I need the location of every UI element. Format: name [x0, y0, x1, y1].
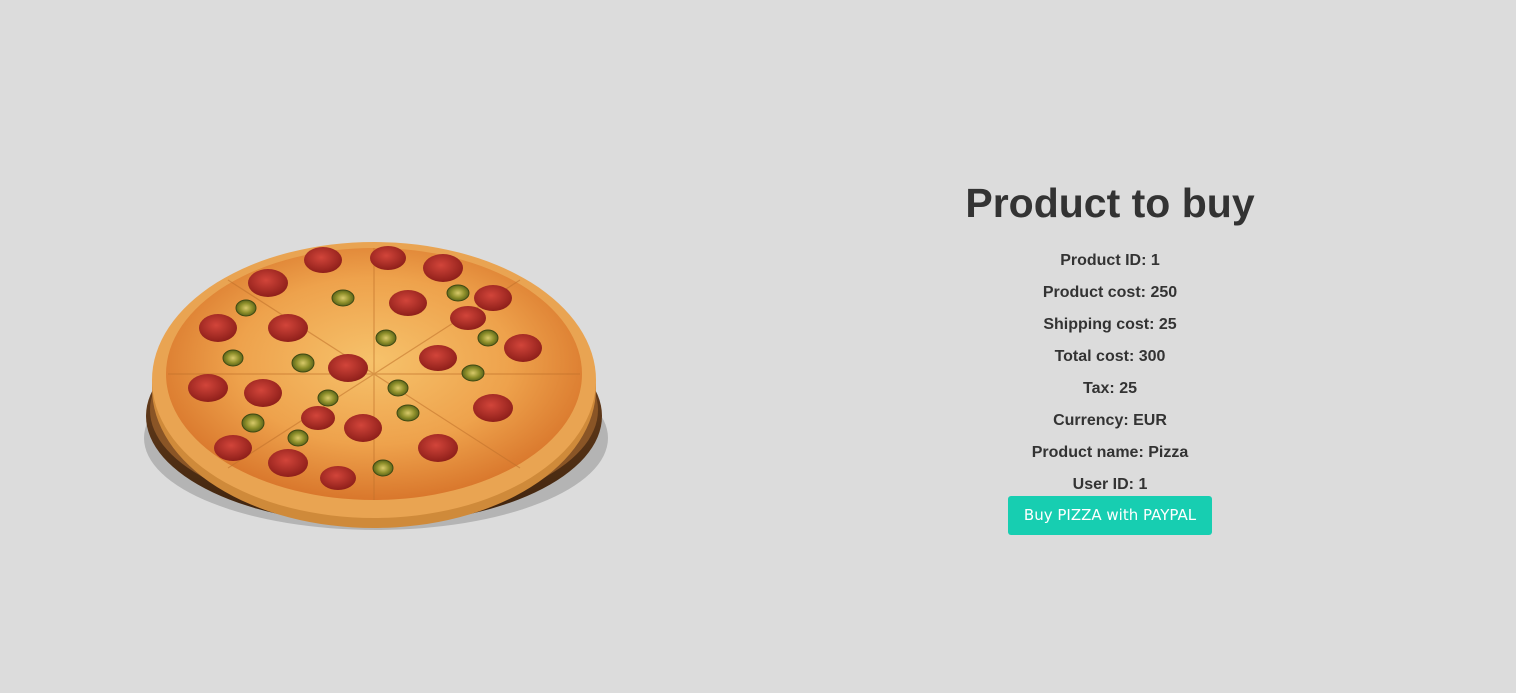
- detail-product-id: Product ID: 1: [1060, 252, 1160, 269]
- detail-total-cost: Total cost: 300: [1054, 348, 1166, 365]
- product-details: Product ID: 1 Product cost: 250 Shipping…: [860, 251, 1360, 495]
- detail-user-id: User ID: 1: [1072, 476, 1148, 493]
- detail-label: Product name: [1031, 444, 1139, 461]
- detail-currency: Currency: EUR: [1053, 412, 1167, 429]
- buy-with-paypal-button[interactable]: Buy PIZZA with PAYPAL: [1007, 496, 1213, 535]
- detail-value: EUR: [1133, 412, 1167, 429]
- detail-label: Product cost: [1042, 284, 1141, 301]
- detail-shipping-cost: Shipping cost: 25: [1043, 316, 1177, 333]
- detail-label: Shipping cost: [1043, 316, 1150, 333]
- pizza-illustration: [144, 242, 608, 530]
- detail-label: Currency: [1053, 412, 1124, 429]
- detail-value: 250: [1150, 284, 1178, 301]
- product-image: [138, 188, 608, 538]
- detail-value: Pizza: [1148, 444, 1189, 461]
- detail-product-cost: Product cost: 250: [1042, 284, 1178, 301]
- detail-product-name: Product name: Pizza: [1031, 444, 1189, 461]
- detail-value: 1: [1138, 476, 1148, 493]
- detail-label: Product ID: [1060, 252, 1142, 269]
- detail-value: 1: [1150, 252, 1160, 269]
- detail-value: 25: [1158, 316, 1177, 333]
- product-info-panel: Product to buy Product ID: 1 Product cos…: [860, 178, 1360, 535]
- detail-label: Tax: [1083, 380, 1110, 397]
- detail-tax: Tax: 25: [1083, 380, 1137, 397]
- detail-value: 25: [1119, 380, 1137, 397]
- detail-value: 300: [1138, 348, 1166, 365]
- detail-label: Total cost: [1054, 348, 1129, 365]
- page-title: Product to buy: [965, 180, 1255, 226]
- detail-label: User ID: [1072, 476, 1129, 493]
